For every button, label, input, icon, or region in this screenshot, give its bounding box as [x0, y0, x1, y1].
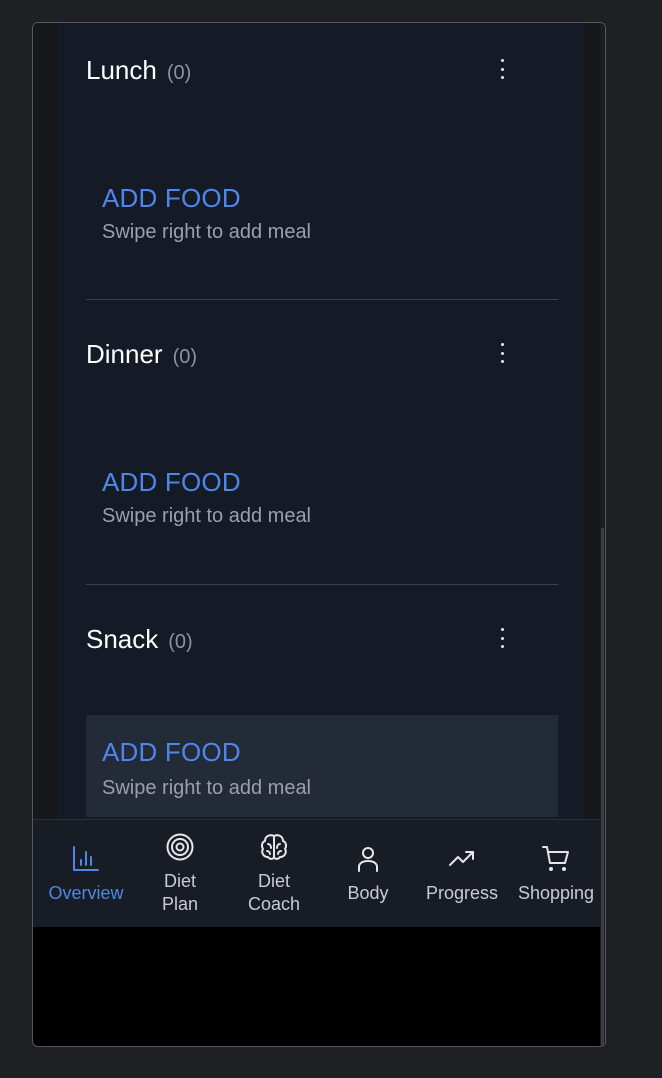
- tab-label: Progress: [425, 883, 499, 903]
- left-gutter: [33, 23, 58, 819]
- meal-title-text: Snack: [86, 624, 159, 654]
- more-options-icon[interactable]: [496, 57, 508, 81]
- add-food-button[interactable]: ADD FOOD Swipe right to add meal: [86, 153, 558, 255]
- add-food-label: ADD FOOD: [102, 183, 241, 213]
- tab-progress[interactable]: Progress: [415, 820, 509, 928]
- bottom-inset: [33, 927, 600, 1046]
- brain-icon: [260, 834, 288, 860]
- add-food-hint: Swipe right to add meal: [102, 777, 312, 799]
- bottom-tab-bar: Overview Diet Plan Diet Coach Body Progr…: [33, 819, 600, 927]
- meal-header: Lunch (0): [86, 51, 558, 91]
- divider: [86, 299, 558, 300]
- divider: [86, 584, 558, 585]
- add-food-button[interactable]: ADD FOOD Swipe right to add meal: [86, 715, 558, 817]
- tab-diet-coach[interactable]: Diet Coach: [227, 820, 321, 928]
- tab-overview[interactable]: Overview: [39, 820, 133, 928]
- meal-section-lunch: Lunch (0) ADD FOOD Swipe right to add mea…: [86, 51, 558, 243]
- more-options-icon[interactable]: [496, 341, 508, 365]
- tab-label: Overview: [48, 883, 124, 903]
- right-gutter: [584, 23, 600, 819]
- more-options-icon[interactable]: [496, 626, 508, 650]
- tab-label: Shopping: [517, 883, 595, 903]
- meal-section-dinner: Dinner (0) ADD FOOD Swipe right to add me…: [86, 335, 558, 527]
- tab-diet-plan[interactable]: Diet Plan: [133, 820, 227, 928]
- meal-list[interactable]: Lunch (0) ADD FOOD Swipe right to add mea…: [58, 23, 584, 819]
- tab-body[interactable]: Body: [321, 820, 415, 928]
- meal-header: Snack (0): [86, 620, 558, 660]
- bar-chart-icon: [73, 846, 99, 871]
- meal-title: Dinner (0): [86, 339, 197, 370]
- add-food-hint: Swipe right to add meal: [102, 221, 312, 243]
- meal-header: Dinner (0): [86, 335, 558, 375]
- meal-title: Snack (0): [86, 624, 193, 655]
- tab-label: Diet Plan: [161, 871, 199, 914]
- tab-label: Body: [347, 883, 389, 903]
- meal-section-snack: Snack (0) ADD FOOD Swipe right to add mea…: [86, 620, 558, 817]
- add-food-button[interactable]: ADD FOOD Swipe right to add meal: [86, 437, 558, 539]
- trending-up-icon: [449, 851, 474, 866]
- meal-title-text: Dinner: [86, 339, 163, 369]
- meal-count: (0): [172, 346, 198, 368]
- add-food-label: ADD FOOD: [102, 467, 241, 497]
- meal-title: Lunch (0): [86, 55, 191, 86]
- app-window: Lunch (0) ADD FOOD Swipe right to add mea…: [32, 22, 606, 1047]
- meal-title-text: Lunch: [86, 55, 157, 85]
- scrollbar-thumb[interactable]: [601, 528, 604, 1046]
- meal-count: (0): [166, 62, 192, 84]
- tab-label: Diet Coach: [247, 871, 301, 914]
- meal-count: (0): [168, 631, 193, 653]
- scrollbar[interactable]: [600, 23, 605, 1046]
- person-icon: [358, 847, 378, 872]
- add-food-hint: Swipe right to add meal: [102, 505, 312, 527]
- cart-icon: [542, 846, 569, 871]
- tab-shopping[interactable]: Shopping: [509, 820, 603, 928]
- target-icon: [166, 833, 194, 861]
- add-food-label: ADD FOOD: [102, 737, 241, 767]
